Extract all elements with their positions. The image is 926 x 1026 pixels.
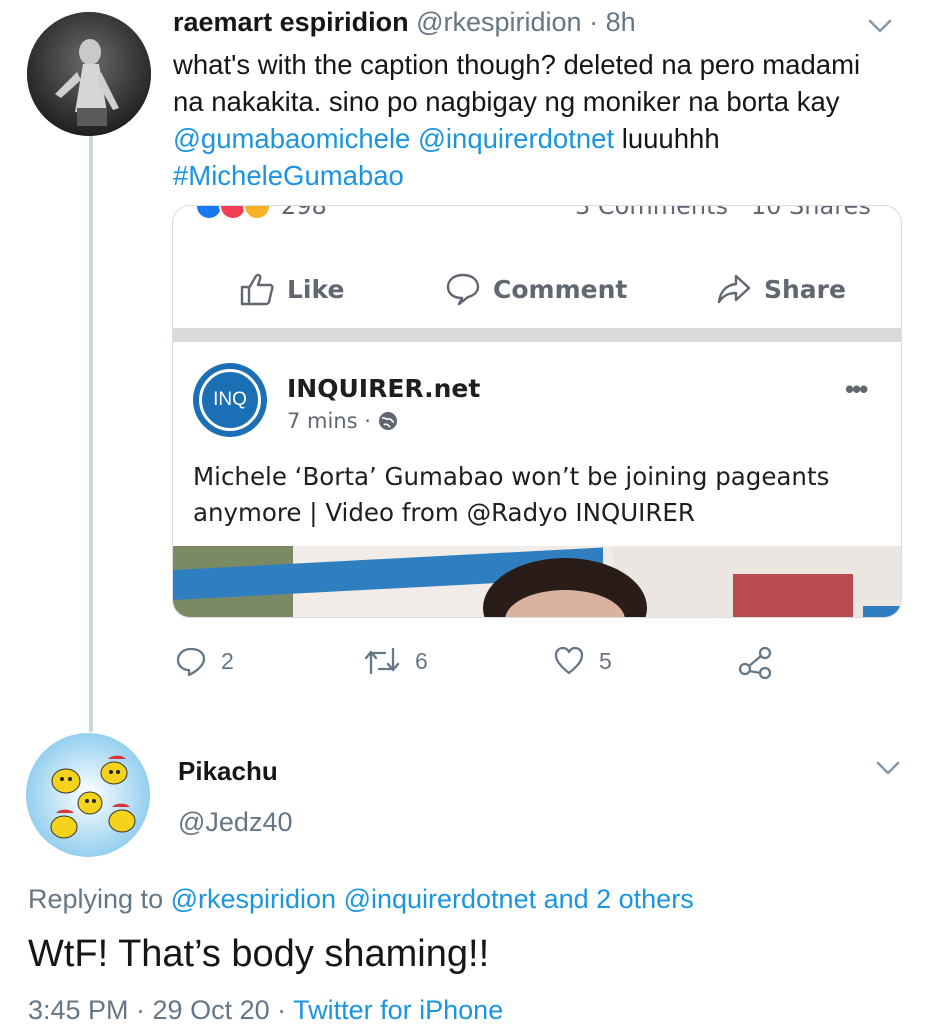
reply-button[interactable]: 2: [175, 645, 234, 677]
tweet1-text: what's with the caption though? deleted …: [173, 46, 893, 194]
mention-inquirerdotnet[interactable]: @inquirerdotnet: [418, 123, 614, 154]
fb-share-icon: [717, 274, 751, 304]
tweet1-chevron-down-icon[interactable]: [864, 10, 896, 47]
fb-comment-icon: [446, 273, 480, 306]
replying-to: Replying to @rkespiridion @inquirerdotne…: [28, 884, 694, 915]
share-button[interactable]: [737, 645, 773, 679]
hashtag-michelegumabao[interactable]: #MicheleGumabao: [173, 160, 404, 191]
fb-reactions-strip: 298 3 Comments 10 Shares: [173, 206, 901, 228]
fb-divider: [173, 328, 901, 342]
tweet2-chevron-down-icon[interactable]: [872, 752, 904, 789]
tweet1-display-name[interactable]: raemart espiridion: [173, 7, 409, 37]
fb-comment-button: Comment: [445, 272, 627, 306]
retweet-button[interactable]: 6: [363, 645, 428, 677]
tweet1-text-part2: luuuhhh: [614, 123, 720, 154]
reply-icon: [176, 647, 206, 677]
tweet2-timestamp[interactable]: 3:45 PM · 29 Oct 20 ·: [28, 995, 293, 1025]
more-icon: •••: [845, 374, 868, 404]
replying-to-prefix: Replying to: [28, 884, 171, 914]
embedded-facebook-screenshot[interactable]: 298 3 Comments 10 Shares Like Comment Sh…: [172, 205, 902, 618]
tweet2-source[interactable]: Twitter for iPhone: [293, 995, 503, 1025]
fb-comments-count: 3 Comments: [575, 206, 728, 220]
fb-post-image: [173, 546, 901, 617]
fb-shares-count: 10 Shares: [750, 206, 871, 220]
fb-share-button: Share: [716, 272, 846, 306]
tweet2-display-name[interactable]: Pikachu: [178, 756, 278, 787]
fb-like-label: Like: [287, 274, 345, 304]
fb-post-text: Michele ‘Borta’ Gumabao won’t be joining…: [193, 462, 830, 527]
tweet1-text-part1: what's with the caption though? deleted …: [173, 49, 861, 117]
tweet1-handle[interactable]: @rkespiridion: [416, 7, 581, 37]
tweet1-actions: 2 6 5: [175, 645, 895, 681]
replying-to-users[interactable]: @rkespiridion @inquirerdotnet and 2 othe…: [171, 884, 694, 914]
fb-share-label: Share: [764, 274, 846, 304]
fb-like-icon: [240, 273, 274, 306]
tweet1-header: raemart espiridion @rkespiridion · 8h: [173, 7, 636, 38]
thread-connector-line: [89, 134, 93, 732]
tweet1-separator: ·: [589, 7, 599, 37]
inquirer-logo-text: INQ: [213, 389, 247, 410]
fb-reaction-icons: 298: [195, 206, 327, 220]
avatar-pikachu[interactable]: [26, 733, 150, 857]
heart-icon: [554, 646, 584, 675]
tweet1-time[interactable]: 8h: [606, 7, 636, 37]
tweet2-meta: 3:45 PM · 29 Oct 20 · Twitter for iPhone: [28, 995, 503, 1026]
fb-reactions-count: 298: [281, 206, 327, 220]
like-button[interactable]: 5: [553, 645, 612, 677]
share-icon: [738, 646, 772, 679]
fb-post-time: 7 mins ·: [287, 409, 399, 433]
like-count: 5: [599, 647, 612, 674]
retweet-icon: [364, 647, 400, 675]
retweet-count: 6: [415, 647, 428, 674]
globe-icon: [378, 412, 397, 430]
inquirer-logo: INQ: [193, 363, 267, 437]
tweet2-handle[interactable]: @Jedz40: [178, 807, 292, 838]
fb-comment-label: Comment: [493, 274, 628, 304]
tweet1-space: [410, 123, 418, 154]
mention-gumabaomichele[interactable]: @gumabaomichele: [173, 123, 410, 154]
avatar-raemart[interactable]: [27, 12, 151, 136]
fb-action-bar: Like Comment Share: [173, 248, 901, 328]
reply-count: 2: [221, 647, 234, 674]
fb-like-button: Like: [239, 272, 344, 306]
fb-post-time-text: 7 mins ·: [287, 409, 371, 433]
fb-page-name: INQUIRER.net: [287, 374, 481, 403]
tweet2-text: WtF! That’s body shaming!!: [28, 933, 490, 975]
